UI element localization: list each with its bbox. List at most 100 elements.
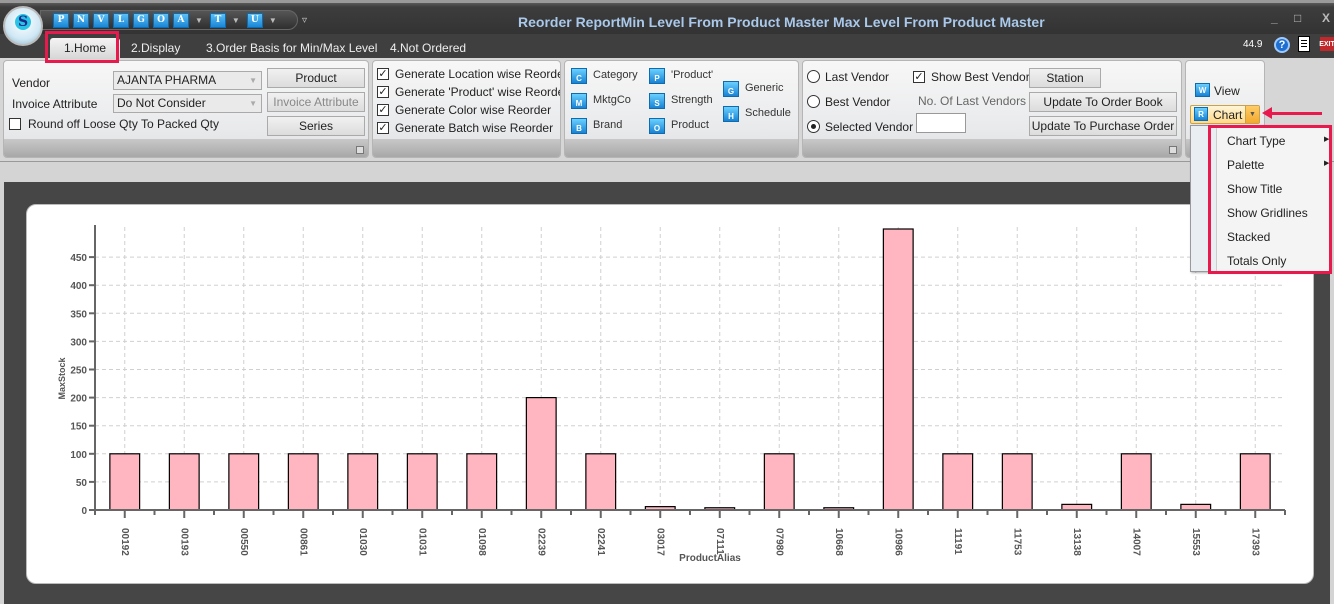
generate-option-checkbox[interactable]: ✓ — [377, 86, 389, 98]
customize-toolbar-icon[interactable]: ▿ — [302, 15, 307, 26]
invoice-attribute-select[interactable]: Do Not Consider ▼ — [113, 94, 262, 113]
dialog-launcher-icon[interactable] — [1169, 146, 1177, 154]
chevron-down-icon[interactable]: ▼ — [269, 16, 277, 25]
x-tick-label: 02239 — [535, 528, 546, 556]
window-title: Reorder ReportMin Level From Product Mas… — [518, 14, 1045, 30]
generate-option-label: Generate Batch wise Reorder — [395, 121, 554, 135]
generate-option-label: Generate 'Product' wise Reorder — [395, 85, 561, 99]
vendor-select[interactable]: AJANTA PHARMA ▼ — [113, 71, 262, 90]
view-icon: W — [1195, 83, 1210, 97]
quick-access-p-button[interactable]: P — [53, 12, 69, 28]
x-tick-label: 00192 — [119, 528, 130, 556]
app-logo[interactable]: S — [3, 6, 43, 46]
quick-access-g-button[interactable]: G — [133, 12, 149, 28]
x-tick-label: 13138 — [1071, 528, 1082, 556]
quick-access-u-button[interactable]: U — [246, 12, 263, 28]
master-product-button[interactable]: 'Product' — [671, 69, 713, 81]
chevron-down-icon[interactable]: ▼ — [195, 16, 203, 25]
menu-item-stacked[interactable]: Stacked — [1227, 230, 1270, 244]
menu-item-chart-type[interactable]: Chart Type ▶ — [1227, 134, 1329, 148]
bar-00193 — [168, 453, 200, 511]
minimize-button[interactable]: _ — [1271, 11, 1278, 25]
x-tick-label: 02241 — [595, 528, 606, 556]
quick-access-o-button[interactable]: O — [153, 12, 169, 28]
chart-dropdown-arrow[interactable]: ▼ — [1245, 106, 1259, 123]
x-tick-label: 01098 — [476, 528, 487, 556]
selected-vendor-radio[interactable] — [807, 120, 820, 133]
quick-access-l-button[interactable]: L — [113, 12, 129, 28]
master-mktgco-button[interactable]: MktgCo — [593, 94, 631, 106]
chart-split-button[interactable]: R Chart ▼ — [1190, 105, 1260, 124]
maximize-button[interactable]: □ — [1294, 11, 1301, 25]
master-generic-button[interactable]: Generic — [745, 82, 784, 94]
vendor-value: AJANTA PHARMA — [117, 73, 217, 87]
master-schedule-button[interactable]: Schedule — [745, 107, 791, 119]
chart-card: 0 50 100 150 200 250 300 350 400 450 00192 00193 005… — [26, 204, 1314, 584]
invoice-attribute-button[interactable]: Invoice Attribute — [267, 92, 365, 112]
menu-item-palette[interactable]: Palette ▶ — [1227, 158, 1329, 172]
update-order-book-button[interactable]: Update To Order Book — [1029, 92, 1177, 112]
master-strength-button[interactable]: Strength — [671, 94, 713, 106]
quick-access-a-button[interactable]: A — [173, 12, 189, 28]
menu-gutter — [1191, 126, 1217, 271]
last-vendor-radio[interactable] — [807, 70, 820, 83]
exit-icon[interactable]: EXIT — [1319, 37, 1334, 51]
invoice-attribute-label: Invoice Attribute — [12, 97, 98, 111]
tab-order-basis[interactable]: 3.Order Basis for Min/Max Level — [206, 38, 377, 58]
chart-icon: R — [1194, 107, 1208, 121]
schedule-icon: H — [723, 106, 739, 122]
chevron-down-icon[interactable]: ▼ — [232, 16, 240, 25]
update-purchase-order-button[interactable]: Update To Purchase Order — [1029, 116, 1177, 136]
logo-icon: S — [15, 14, 31, 30]
x-tick-label: 01031 — [416, 528, 427, 556]
master-brand-button[interactable]: Brand — [593, 119, 622, 131]
selected-vendor-label: Selected Vendor — [825, 120, 914, 134]
bar-07980 — [763, 453, 795, 511]
tab-display[interactable]: 2.Display — [131, 38, 180, 58]
bar-00550 — [228, 453, 260, 511]
x-tick-label: 00550 — [238, 528, 249, 556]
last-vendors-count-input[interactable] — [916, 113, 966, 133]
tab-home[interactable]: 1.Home — [50, 38, 121, 58]
menu-item-show-title[interactable]: Show Title — [1227, 182, 1282, 196]
menu-item-label: Totals Only — [1227, 254, 1287, 268]
quick-access-t-button[interactable]: T — [209, 12, 226, 28]
menu-item-totals-only[interactable]: Totals Only — [1227, 254, 1286, 268]
dialog-launcher-icon[interactable] — [356, 146, 364, 154]
submenu-arrow-icon: ▶ — [1324, 160, 1330, 167]
menu-item-show-gridlines[interactable]: Show Gridlines — [1227, 206, 1308, 220]
x-axis-title: ProductAlias — [679, 553, 741, 564]
show-best-vendor-checkbox[interactable]: ✓ — [913, 71, 925, 83]
station-button[interactable]: Station — [1029, 68, 1101, 88]
quick-access-v-button[interactable]: V — [93, 12, 109, 28]
master-product-button[interactable]: Product — [671, 119, 709, 131]
generate-option-checkbox[interactable]: ✓ — [377, 122, 389, 134]
view-button[interactable]: View — [1214, 84, 1240, 98]
group-footer — [803, 139, 1181, 157]
x-tick-label: 01030 — [357, 528, 368, 556]
bar-00192 — [109, 453, 141, 511]
vendor-group: Vendor AJANTA PHARMA ▼ Invoice Attribute … — [3, 60, 369, 158]
generate-option-checkbox[interactable]: ✓ — [377, 68, 389, 80]
series-button[interactable]: Series — [267, 116, 365, 136]
generate-option-checkbox[interactable]: ✓ — [377, 104, 389, 116]
menu-item-label: Chart Type — [1227, 134, 1286, 148]
bar-14007 — [1120, 453, 1152, 511]
bar-11753 — [1001, 453, 1033, 511]
last-vendor-label: Last Vendor — [825, 70, 890, 84]
generate-options-group: ✓ Generate Location wise Reorder ✓ Generate… — [372, 60, 561, 158]
bar-02241 — [585, 453, 617, 511]
tab-not-ordered[interactable]: 4.Not Ordered — [390, 38, 466, 58]
round-off-checkbox[interactable] — [9, 118, 21, 130]
x-tick-label: 03017 — [654, 528, 665, 556]
quick-access-n-button[interactable]: N — [73, 12, 89, 28]
document-icon[interactable] — [1298, 36, 1310, 52]
help-icon[interactable]: ? — [1274, 37, 1290, 53]
close-button[interactable]: X — [1322, 11, 1330, 25]
y-tick-label: 100 — [70, 450, 87, 461]
master-category-button[interactable]: Category — [593, 69, 638, 81]
product-button[interactable]: Product — [267, 68, 365, 88]
best-vendor-radio[interactable] — [807, 95, 820, 108]
zoom-level: 44.9 — [1243, 39, 1263, 50]
y-axis-title: MaxStock — [57, 357, 67, 400]
